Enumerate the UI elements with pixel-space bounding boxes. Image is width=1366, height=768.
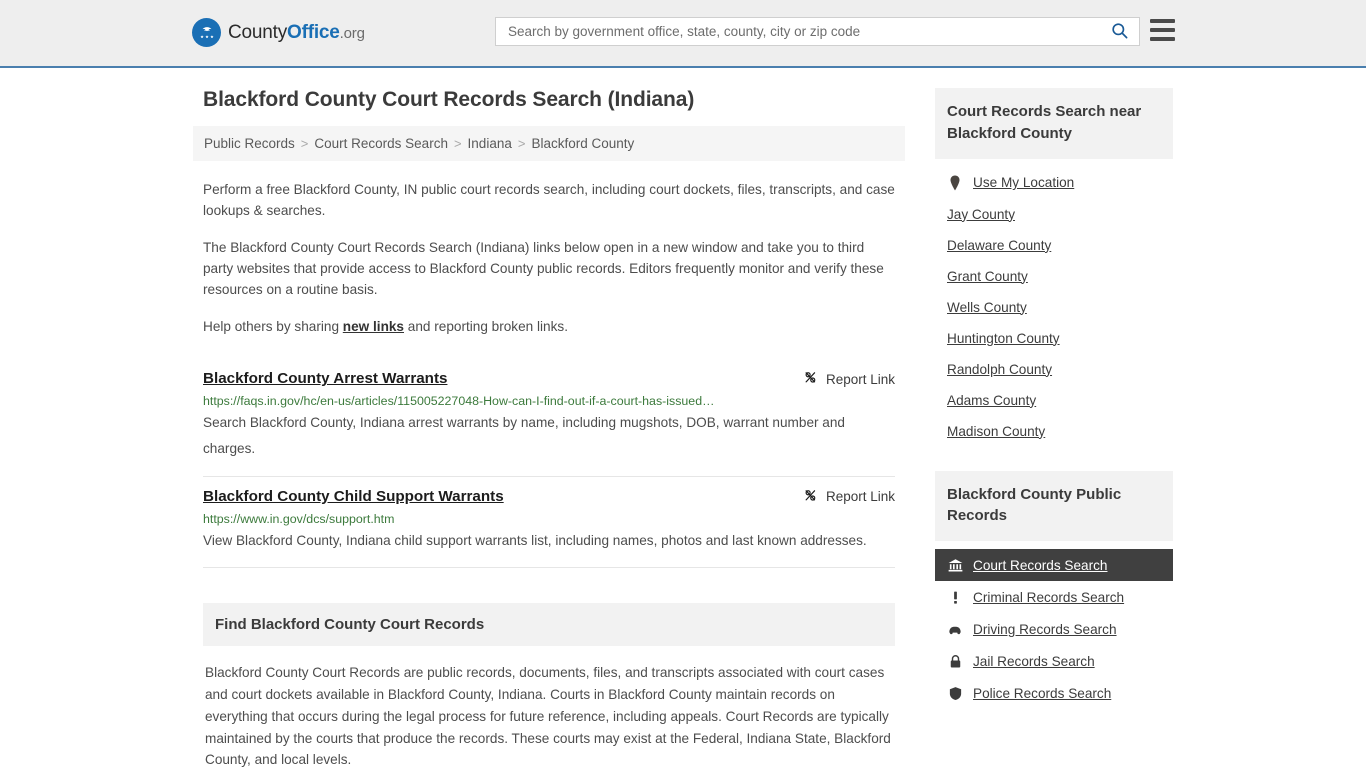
broken-link-icon	[803, 370, 818, 388]
nearby-search-heading: Court Records Search near Blackford Coun…	[935, 88, 1173, 159]
sidebar-item-label: Jay County	[947, 206, 1016, 222]
result-header-row: Blackford County Child Support Warrants	[203, 487, 895, 507]
breadcrumb-item-court-records-search[interactable]: Court Records Search	[314, 136, 448, 151]
broken-link-icon	[803, 488, 818, 506]
sidebar-item-jay-county[interactable]: Jay County	[935, 199, 1173, 230]
find-records-section: Find Blackford County Court Records Blac…	[193, 603, 905, 768]
result-url[interactable]: https://www.in.gov/dcs/support.htm	[203, 512, 895, 526]
report-link-button[interactable]: Report Link	[803, 488, 895, 506]
intro-section: Perform a free Blackford County, IN publ…	[193, 179, 905, 337]
result-item: Blackford County Arrest Warrants Report …	[203, 359, 895, 477]
intro-share-text-after: and reporting broken links.	[404, 319, 568, 335]
hamburger-bar-1	[1150, 19, 1175, 23]
main-column: Blackford County Court Records Search (I…	[193, 88, 905, 768]
sidebar-item-label: Court Records Search	[973, 557, 1108, 573]
sidebar: Court Records Search near Blackford Coun…	[935, 88, 1173, 733]
courthouse-icon	[947, 557, 963, 573]
content-container: Blackford County Court Records Search (I…	[193, 68, 1173, 768]
sidebar-item-adams-county[interactable]: Adams County	[935, 385, 1173, 416]
find-records-body: Blackford County Court Records are publi…	[203, 646, 895, 768]
intro-paragraph-1: Perform a free Blackford County, IN publ…	[203, 182, 895, 219]
site-logo[interactable]: CountyOffice.org	[192, 18, 365, 47]
sidebar-item-label: Grant County	[947, 268, 1028, 284]
breadcrumb-item-blackford-county[interactable]: Blackford County	[531, 136, 634, 151]
map-pin-icon	[947, 175, 963, 191]
result-header-row: Blackford County Arrest Warrants Report …	[203, 369, 895, 389]
sidebar-item-label: Jail Records Search	[973, 653, 1095, 669]
sidebar-item-driving-records-search[interactable]: Driving Records Search	[935, 613, 1173, 645]
logo-text-county: County	[228, 21, 288, 43]
result-title-link[interactable]: Blackford County Child Support Warrants	[203, 487, 504, 507]
sidebar-item-use-my-location[interactable]: Use My Location	[935, 167, 1173, 199]
sidebar-item-randolph-county[interactable]: Randolph County	[935, 354, 1173, 385]
sidebar-item-label: Wells County	[947, 299, 1027, 315]
logo-text-office: Office	[287, 21, 340, 43]
intro-paragraph-3: Help others by sharing new links and rep…	[203, 316, 895, 337]
breadcrumb-separator: >	[300, 136, 309, 151]
sidebar-item-label: Randolph County	[947, 361, 1053, 377]
result-item: Blackford County Child Support Warrants	[203, 477, 895, 569]
find-records-paragraph: Blackford County Court Records are publi…	[205, 665, 891, 768]
hamburger-menu-icon[interactable]	[1150, 19, 1175, 41]
page-title: Blackford County Court Records Search (I…	[203, 88, 695, 111]
lock-icon	[947, 653, 963, 669]
sidebar-item-court-records-search[interactable]: Court Records Search	[935, 549, 1173, 581]
nearby-search-list: Use My Location Jay County Delaware Coun…	[935, 159, 1173, 447]
public-records-block: Blackford County Public Records Court Re…	[935, 470, 1173, 710]
breadcrumb-item-public-records[interactable]: Public Records	[204, 136, 295, 151]
search-input[interactable]	[506, 18, 1108, 45]
results-list: Blackford County Arrest Warrants Report …	[193, 359, 905, 569]
breadcrumb-item-indiana[interactable]: Indiana	[468, 136, 512, 151]
sidebar-item-criminal-records-search[interactable]: Criminal Records Search	[935, 581, 1173, 613]
site-logo-text: CountyOffice.org	[228, 22, 365, 44]
sidebar-item-label: Huntington County	[947, 330, 1060, 346]
search-bar[interactable]	[495, 17, 1140, 46]
car-icon	[947, 621, 963, 637]
sidebar-item-jail-records-search[interactable]: Jail Records Search	[935, 645, 1173, 677]
page-body: Blackford County Court Records Search (I…	[0, 68, 1366, 768]
new-links-link[interactable]: new links	[343, 319, 404, 334]
sidebar-item-madison-county[interactable]: Madison County	[935, 416, 1173, 447]
sidebar-item-label: Adams County	[947, 392, 1037, 408]
breadcrumb: Public Records > Court Records Search > …	[193, 126, 905, 161]
sidebar-item-label: Madison County	[947, 423, 1046, 439]
hamburger-bar-3	[1150, 37, 1175, 41]
sidebar-item-label: Police Records Search	[973, 685, 1112, 701]
nearby-search-block: Court Records Search near Blackford Coun…	[935, 88, 1173, 447]
shield-badge-icon	[947, 685, 963, 701]
sidebar-item-huntington-county[interactable]: Huntington County	[935, 323, 1173, 354]
hamburger-bar-2	[1150, 28, 1175, 32]
eagle-seal-icon	[192, 18, 221, 47]
sidebar-item-label: Delaware County	[947, 237, 1052, 253]
report-link-button[interactable]: Report Link	[803, 370, 895, 388]
breadcrumb-separator: >	[517, 136, 526, 151]
logo-text-org: .org	[339, 24, 365, 42]
intro-paragraph-2: The Blackford County Court Records Searc…	[203, 240, 884, 298]
result-description: View Blackford County, Indiana child sup…	[203, 532, 867, 548]
result-title-link[interactable]: Blackford County Arrest Warrants	[203, 369, 447, 389]
sidebar-item-police-records-search[interactable]: Police Records Search	[935, 677, 1173, 709]
report-link-label: Report Link	[825, 371, 895, 387]
sidebar-item-label: Use My Location	[973, 175, 1075, 190]
sidebar-item-label: Criminal Records Search	[973, 589, 1125, 605]
search-icon	[1110, 21, 1129, 43]
result-description: Search Blackford County, Indiana arrest …	[203, 415, 845, 456]
find-records-heading: Find Blackford County Court Records	[203, 603, 895, 647]
exclamation-icon	[947, 589, 963, 605]
report-link-label: Report Link	[825, 489, 895, 505]
sidebar-item-delaware-county[interactable]: Delaware County	[935, 230, 1173, 261]
result-url[interactable]: https://faqs.in.gov/hc/en-us/articles/11…	[203, 394, 895, 408]
intro-share-text-before: Help others by sharing	[203, 319, 343, 335]
site-header: CountyOffice.org	[0, 0, 1366, 68]
search-button[interactable]	[1108, 21, 1131, 43]
breadcrumb-separator: >	[453, 136, 462, 151]
sidebar-item-wells-county[interactable]: Wells County	[935, 292, 1173, 323]
sidebar-item-label: Driving Records Search	[973, 621, 1117, 637]
sidebar-item-grant-county[interactable]: Grant County	[935, 261, 1173, 292]
public-records-list: Court Records Search Criminal Records Se…	[935, 541, 1173, 709]
public-records-heading: Blackford County Public Records	[935, 470, 1173, 541]
